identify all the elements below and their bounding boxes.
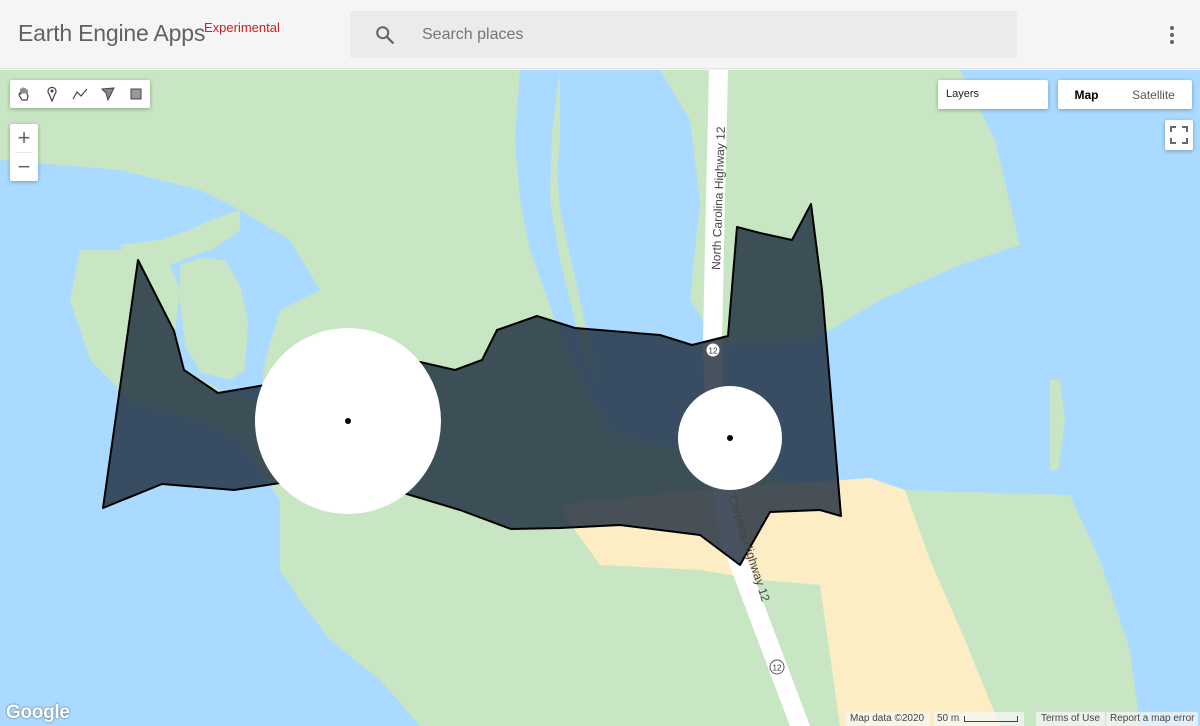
- more-vert-icon[interactable]: [1162, 24, 1182, 46]
- hand-icon[interactable]: [10, 80, 38, 108]
- rectangle-icon[interactable]: [122, 80, 150, 108]
- svg-text:12: 12: [773, 664, 782, 673]
- map-type-control: Map Satellite: [1058, 80, 1192, 109]
- scale-line: [964, 716, 1018, 722]
- layers-label: Layers: [946, 88, 980, 100]
- line-icon[interactable]: [66, 80, 94, 108]
- report-error-link[interactable]: Report a map error: [1106, 712, 1199, 726]
- route-shield-1: 12: [705, 342, 721, 358]
- point-2: [727, 435, 733, 441]
- app-title: Earth Engine Apps: [18, 20, 206, 46]
- marker-icon[interactable]: [38, 80, 66, 108]
- map-base: 12 12 North Carolina Highway 12 Carolina…: [0, 70, 1200, 726]
- fullscreen-button[interactable]: [1165, 120, 1193, 150]
- scale-bar[interactable]: 50 m: [934, 712, 1024, 726]
- layers-button[interactable]: Layers: [938, 80, 1048, 109]
- google-logo: Google: [6, 702, 70, 723]
- search-input[interactable]: [422, 11, 982, 58]
- point-1: [345, 418, 351, 424]
- experimental-badge: Experimental: [204, 20, 280, 35]
- search-box[interactable]: [350, 11, 1017, 58]
- drawing-tools: [10, 80, 150, 108]
- map-canvas[interactable]: 12 12 North Carolina Highway 12 Carolina…: [0, 70, 1200, 726]
- map-data-attribution: Map data ©2020: [846, 712, 931, 726]
- terms-link[interactable]: Terms of Use: [1036, 712, 1105, 726]
- map-type-satellite-button[interactable]: Satellite: [1115, 80, 1192, 109]
- top-bar: Earth Engine Apps Experimental: [0, 0, 1200, 69]
- zoom-in-button[interactable]: +: [10, 124, 38, 152]
- polygon-icon[interactable]: [94, 80, 122, 108]
- scale-label: 50 m: [937, 713, 960, 724]
- map-type-map-button[interactable]: Map: [1058, 80, 1115, 109]
- zoom-out-button[interactable]: −: [10, 153, 38, 181]
- zoom-control: + −: [10, 124, 38, 181]
- fullscreen-icon: [1170, 126, 1188, 144]
- svg-text:12: 12: [709, 347, 718, 356]
- route-shield-2: 12: [769, 659, 785, 675]
- search-icon[interactable]: [374, 24, 396, 46]
